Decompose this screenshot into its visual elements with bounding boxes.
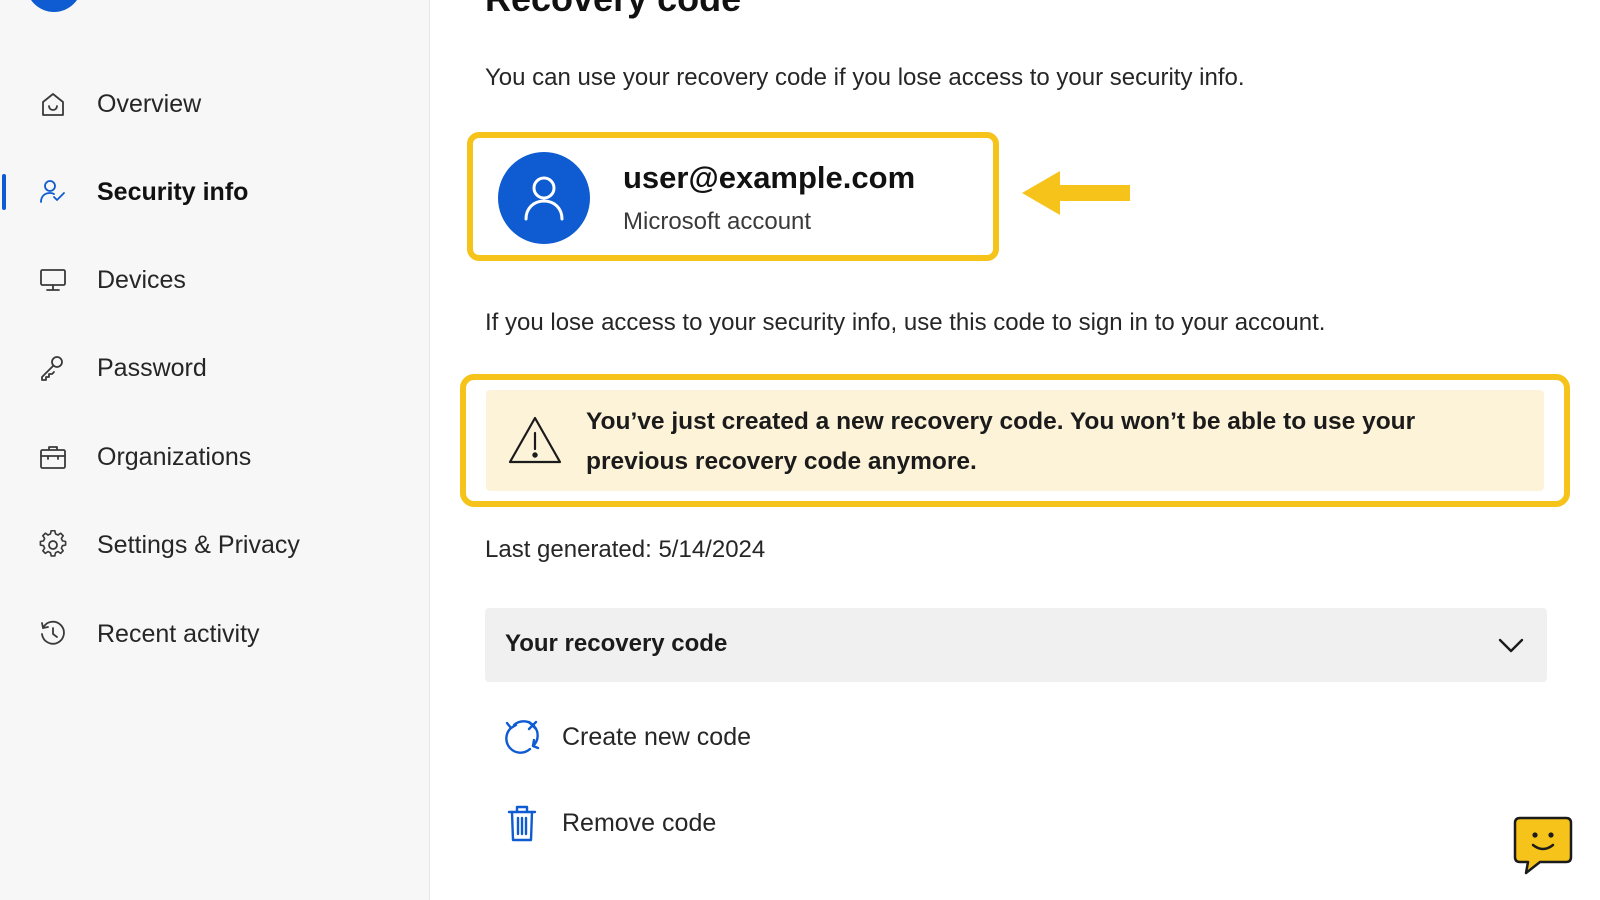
- sidebar-item-password[interactable]: Password: [0, 338, 430, 398]
- sidebar: Overview Security info Devices Password …: [0, 0, 430, 900]
- create-new-code-label: Create new code: [562, 723, 752, 751]
- chevron-down-icon: [1498, 638, 1524, 653]
- key-icon: [38, 353, 68, 383]
- person-icon: [524, 176, 564, 221]
- page-title: Recovery code: [485, 0, 741, 20]
- sidebar-item-settings-privacy[interactable]: Settings & Privacy: [0, 515, 430, 575]
- recovery-code-dropdown-label: Your recovery code: [505, 630, 728, 657]
- sidebar-item-label: Settings & Privacy: [97, 530, 300, 559]
- profile-avatar[interactable]: [26, 0, 82, 12]
- warning-icon: [508, 416, 562, 464]
- lose-access-text: If you lose access to your security info…: [485, 309, 1326, 336]
- sidebar-item-recent-activity[interactable]: Recent activity: [0, 604, 430, 664]
- create-new-code-button[interactable]: Create new code: [485, 712, 885, 762]
- arrow-left-icon: [1022, 171, 1130, 215]
- smiley-chat-icon: [1513, 816, 1573, 875]
- refresh-icon: [505, 720, 540, 754]
- warning-message: You’ve just created a new recovery code.…: [460, 374, 1570, 507]
- home-icon: [38, 89, 68, 119]
- account-type: Microsoft account: [623, 208, 812, 235]
- sidebar-item-overview[interactable]: Overview: [0, 74, 430, 134]
- remove-code-button[interactable]: Remove code: [485, 798, 885, 848]
- feedback-chat-button[interactable]: [1512, 815, 1574, 877]
- sidebar-item-label: Password: [97, 353, 207, 382]
- warning-panel: You’ve just created a new recovery code.…: [486, 390, 1544, 491]
- remove-code-label: Remove code: [562, 809, 717, 837]
- last-generated-text: Last generated: 5/14/2024: [485, 536, 766, 563]
- sidebar-item-organizations[interactable]: Organizations: [0, 427, 430, 487]
- sidebar-item-label: Organizations: [97, 442, 252, 471]
- sidebar-item-devices[interactable]: Devices: [0, 250, 430, 310]
- briefcase-icon: [38, 442, 68, 472]
- sidebar-item-label: Overview: [97, 89, 202, 118]
- sidebar-item-security-info[interactable]: Security info: [0, 162, 430, 222]
- account-card: user@example.com Microsoft account: [467, 132, 999, 261]
- history-icon: [38, 619, 68, 649]
- account-email: user@example.com: [623, 160, 916, 195]
- monitor-icon: [38, 265, 68, 295]
- sidebar-item-label: Devices: [97, 265, 186, 294]
- account-avatar: [498, 152, 590, 244]
- sidebar-item-label: Recent activity: [97, 619, 260, 648]
- intro-text: You can use your recovery code if you lo…: [485, 64, 1245, 91]
- gear-icon: [38, 529, 68, 560]
- sidebar-item-label: Security info: [97, 177, 249, 206]
- main-content: Recovery code You can use your recovery …: [430, 0, 1600, 900]
- recovery-code-dropdown[interactable]: Your recovery code: [485, 608, 1547, 682]
- trash-icon: [507, 805, 537, 842]
- warning-text: You’ve just created a new recovery code.…: [586, 408, 1416, 475]
- security-info-icon: [38, 177, 68, 207]
